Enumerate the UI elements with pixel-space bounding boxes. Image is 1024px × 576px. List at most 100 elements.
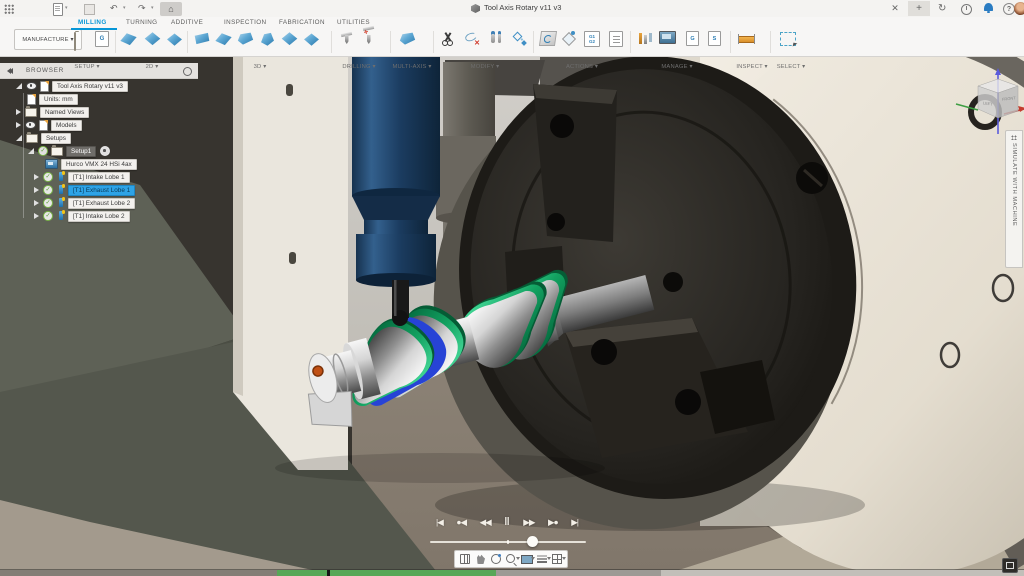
active-setup-radio-icon[interactable] xyxy=(100,146,110,156)
tree-label[interactable]: Setups xyxy=(41,133,71,144)
group-label-drilling[interactable]: DRILLING ▾ xyxy=(342,64,375,70)
tree-row-setup1[interactable]: ✓ Setup1 xyxy=(28,145,110,157)
new-tab-button[interactable]: + xyxy=(908,1,930,16)
simulation-timeline-slider[interactable] xyxy=(430,541,586,543)
viewport-grid-icon[interactable] xyxy=(552,554,562,564)
2d-face-icon[interactable] xyxy=(166,31,183,47)
tree-row-models[interactable]: Models xyxy=(16,119,82,131)
2d-adaptive-icon[interactable] xyxy=(120,31,137,47)
tree-label[interactable]: Tool Axis Rotary v11 v3 xyxy=(52,81,128,92)
tree-label[interactable]: Named Views xyxy=(40,107,89,118)
3d-adaptive-clearing-icon[interactable] xyxy=(193,31,210,47)
tool-change-icon[interactable] xyxy=(489,31,504,46)
2d-pocket-icon[interactable] xyxy=(144,31,161,47)
save-icon[interactable] xyxy=(84,4,95,15)
setup-sheet-icon[interactable] xyxy=(609,31,623,47)
group-label-select[interactable]: SELECT ▾ xyxy=(777,64,806,70)
expand-caret-icon[interactable] xyxy=(16,109,21,115)
drill-icon[interactable] xyxy=(339,31,354,46)
group-label-setup[interactable]: SETUP ▾ xyxy=(74,64,99,70)
select-icon[interactable] xyxy=(780,32,796,46)
visibility-eye-icon[interactable] xyxy=(25,121,36,129)
clock-icon[interactable] xyxy=(961,4,972,15)
tree-row-setups[interactable]: Setups xyxy=(16,132,71,144)
tree-label[interactable]: [T1] Intake Lobe 2 xyxy=(68,211,130,222)
expand-caret-icon[interactable] xyxy=(34,187,39,193)
tab-utilities[interactable]: UTILITIES xyxy=(337,19,370,26)
group-label-inspect[interactable]: INSPECT ▾ xyxy=(736,64,767,70)
collapse-panel-icon[interactable] xyxy=(7,68,11,74)
expand-caret-icon[interactable] xyxy=(16,122,21,128)
visibility-eye-icon[interactable] xyxy=(26,82,37,90)
new-setup-icon[interactable] xyxy=(74,32,76,51)
group-label-manage[interactable]: MANAGE ▾ xyxy=(661,64,692,70)
expand-caret-icon[interactable] xyxy=(34,213,39,219)
timeline-handle[interactable] xyxy=(527,536,538,547)
group-label-modify[interactable]: MODIFY ▾ xyxy=(471,64,500,70)
chevron-down-icon[interactable] xyxy=(562,557,566,560)
tree-label-selected[interactable]: [T1] Exhaust Lobe 1 xyxy=(68,185,135,196)
group-label-3d[interactable]: 3D ▾ xyxy=(254,64,267,70)
tree-row-op-intake1[interactable]: ✓ [T1] Intake Lobe 1 xyxy=(34,171,130,183)
tree-label[interactable]: Units: mm xyxy=(39,94,78,105)
tree-row-named-views[interactable]: Named Views xyxy=(16,106,89,118)
tree-row-units[interactable]: Units: mm xyxy=(27,93,78,105)
undo-icon[interactable]: ↶ xyxy=(110,2,118,15)
group-label-2d[interactable]: 2D ▾ xyxy=(146,64,159,70)
delete-passes-icon[interactable] xyxy=(464,31,480,46)
tree-row-op-exhaust1-selected[interactable]: ✓ [T1] Exhaust Lobe 1 xyxy=(34,184,135,196)
file-menu-icon[interactable] xyxy=(53,3,63,16)
orbit-icon[interactable] xyxy=(491,554,501,564)
step-forward-button[interactable]: ▶▶ xyxy=(523,517,534,528)
sync-icon[interactable]: ↻ xyxy=(938,2,946,15)
machine-library-icon[interactable] xyxy=(659,31,676,44)
zoom-icon[interactable] xyxy=(506,554,515,563)
link-edit-icon[interactable] xyxy=(512,31,527,46)
multi-axis-strategy-icon[interactable] xyxy=(399,31,416,47)
group-label-multiaxis[interactable]: MULTI-AXIS ▾ xyxy=(392,64,431,70)
home-button[interactable]: ⌂ xyxy=(160,2,182,16)
chevron-down-icon[interactable] xyxy=(547,557,551,560)
expand-caret-icon[interactable] xyxy=(34,174,39,180)
nc-program-icon[interactable]: G1 G2 xyxy=(584,31,600,47)
go-to-start-button[interactable]: |◀ xyxy=(436,517,443,528)
tree-row-document[interactable]: Tool Axis Rotary v11 v3 xyxy=(16,80,128,92)
tab-additive[interactable]: ADDITIVE xyxy=(171,19,203,26)
close-tab-icon[interactable]: ✕ xyxy=(890,2,900,15)
post-action-icon[interactable] xyxy=(562,31,576,45)
chevron-down-icon[interactable] xyxy=(516,557,520,560)
step-back-button[interactable]: ◀◀ xyxy=(480,517,491,528)
3d-scallop-icon[interactable] xyxy=(281,31,298,47)
expand-caret-icon[interactable] xyxy=(16,83,22,89)
app-grid-icon[interactable] xyxy=(4,4,14,14)
simulate-with-machine-tab[interactable]: SIMULATE WITH MACHINE xyxy=(1005,130,1023,268)
tab-milling[interactable]: MILLING xyxy=(78,19,107,26)
post-process-icon[interactable]: G xyxy=(95,31,109,47)
expand-caret-icon[interactable] xyxy=(28,148,34,154)
tree-label[interactable]: [T1] Exhaust Lobe 2 xyxy=(68,198,135,209)
tab-turning[interactable]: TURNING xyxy=(126,19,157,26)
3d-spiral-icon[interactable] xyxy=(303,31,320,47)
gear-icon[interactable] xyxy=(183,67,192,76)
3d-steep-shallow-icon[interactable] xyxy=(237,31,254,47)
3d-parallel-icon[interactable] xyxy=(259,31,276,47)
expand-caret-icon[interactable] xyxy=(34,200,39,206)
tree-label[interactable]: [T1] Intake Lobe 1 xyxy=(68,172,130,183)
trim-toolpath-icon[interactable] xyxy=(440,31,455,46)
post-library-icon[interactable]: G xyxy=(686,31,699,46)
tree-label[interactable]: Models xyxy=(51,120,82,131)
next-operation-button[interactable]: ▶● xyxy=(548,517,558,528)
tab-inspection[interactable]: INSPECTION xyxy=(224,19,267,26)
video-progress-strip[interactable] xyxy=(0,569,1024,576)
tree-row-machine[interactable]: Hurco VMX 24 HSi 4ax xyxy=(45,158,137,170)
tree-row-op-exhaust2[interactable]: ✓ [T1] Exhaust Lobe 2 xyxy=(34,197,135,209)
redo-icon[interactable]: ↷ xyxy=(138,2,146,15)
keyframe-icon[interactable] xyxy=(460,554,470,564)
notification-bell-icon[interactable] xyxy=(984,3,993,11)
measure-icon[interactable] xyxy=(738,36,755,43)
expand-caret-icon[interactable] xyxy=(16,135,22,141)
tree-label[interactable]: Hurco VMX 24 HSi 4ax xyxy=(61,159,137,170)
tree-row-op-intake2[interactable]: ✓ [T1] Intake Lobe 2 xyxy=(34,210,130,222)
workspace-selector[interactable]: MANUFACTURE ▾ xyxy=(14,29,82,50)
display-settings-icon[interactable] xyxy=(537,558,547,560)
